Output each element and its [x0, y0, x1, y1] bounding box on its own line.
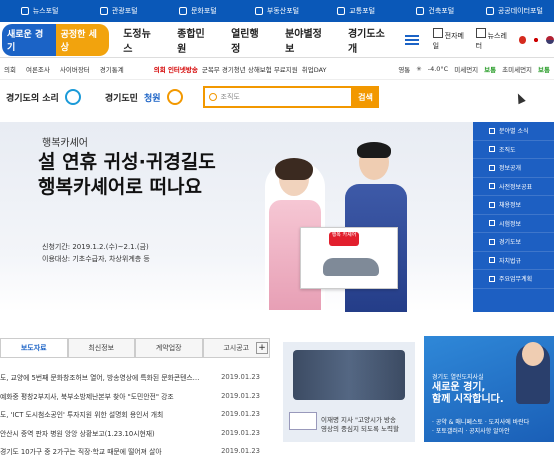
photo-news[interactable]: 이재명 지사 "고양시가 방송 영상의 중심지 되도록 노력할	[283, 342, 415, 442]
cyber-market-link[interactable]: 사이버장터	[60, 64, 90, 74]
newsletter-link[interactable]: 뉴스레터	[475, 28, 513, 51]
law-icon	[489, 257, 495, 264]
plan-icon	[489, 275, 495, 282]
side-item-gazette[interactable]: 경기도보	[473, 233, 554, 252]
book-icon	[489, 238, 495, 245]
snow-icon: ✳	[416, 64, 422, 73]
portal-link-news[interactable]: 뉴스포털	[0, 6, 79, 16]
side-item-ordinances[interactable]: 자치법규	[473, 252, 554, 270]
banner-target: 이용대상: 기초수급자, 차상위계층 등	[42, 255, 150, 263]
doc-icon	[489, 183, 495, 190]
weather-widget: 영통 ✳ -4.0°C 미세먼지 보통 초미세먼지 보통	[398, 64, 550, 74]
email-link[interactable]: 전자메일	[432, 28, 470, 51]
main-banner[interactable]: 행복카셰어 설 연휴 귀성·귀경길도 행복카셰어로 떠나요 신청기간: 2019…	[0, 122, 473, 312]
side-item-pre-disclosure[interactable]: 사전정보공표	[473, 178, 554, 196]
governor-promo[interactable]: 경기도 열린도지사실 새로운 경기, 함께 시작합니다. · 공약 & 매니페스…	[424, 336, 554, 442]
tab-latest[interactable]: 최신정보	[67, 338, 135, 357]
flag-china-icon[interactable]	[518, 35, 527, 44]
photo-news-image	[293, 350, 405, 400]
council-link[interactable]: 의회	[4, 64, 16, 74]
gnb-item-sector[interactable]: 분야별정보	[285, 25, 330, 55]
portal-topbar: 뉴스포털 관광포털 문화포털 부동산포털 교통포털 건축포털 공공데이터포털	[0, 0, 554, 22]
exam-icon	[489, 220, 495, 227]
headset-icon	[64, 89, 81, 105]
banner-date: 신청기간: 2019.1.2.(수)~2.1.(금)	[42, 243, 149, 251]
utility-bar: 의회 여론조사 사이버장터 경기통계 의회 인터넷방송 군복무 경기청년 상해보…	[0, 58, 554, 80]
org-icon	[489, 146, 495, 153]
flag-japan-icon[interactable]	[532, 35, 541, 44]
tab-contracts[interactable]: 계약업장	[135, 338, 203, 357]
hamburger-menu-icon[interactable]	[404, 34, 419, 45]
news-tabs: 보도자료 최신정보 계약업장 고시공고	[0, 338, 270, 358]
search-button[interactable]: 검색	[352, 86, 379, 108]
header-utils: 전자메일 뉴스레터	[432, 28, 554, 51]
petition-icon	[166, 89, 183, 105]
statistics-link[interactable]: 경기통계	[100, 64, 124, 74]
car-icon	[337, 7, 346, 15]
flag-usa-icon[interactable]	[546, 35, 554, 44]
house-icon	[416, 7, 425, 15]
broadcast-logo-image	[289, 412, 317, 430]
main-header: 새로운 경기 공정한 세상 도정뉴스 종합민원 열린행정 분야별정보 경기도소개…	[0, 22, 554, 58]
mail-icon	[432, 28, 443, 38]
notice-ticker[interactable]: 의회 인터넷방송 군복무 경기청년 상해보험 무료지원 취업DAY	[154, 64, 327, 74]
voice-link[interactable]: 경기도의 소리	[6, 89, 81, 105]
gnb-item-admin[interactable]: 열린행정	[231, 25, 267, 55]
gnb-item-civil[interactable]: 종합민원	[177, 25, 213, 55]
side-item-plans[interactable]: 주요업무계획	[473, 270, 554, 289]
person-icon	[489, 201, 495, 208]
list-item[interactable]: 도, 'ICT 도시첨소공인' 투자지원 위한 설명회 용인서 개최 2019.0…	[0, 405, 270, 424]
side-item-exams[interactable]: 시험정보	[473, 215, 554, 233]
portal-link-culture[interactable]: 문화포털	[158, 6, 237, 16]
portal-link-realestate[interactable]: 부동산포털	[237, 6, 316, 16]
building-icon	[254, 7, 263, 15]
site-logo[interactable]: 새로운 경기 공정한 세상	[2, 23, 110, 56]
quick-side-menu: 분야별 소식 조직도 정보공개 사전정보공표 채용정보 시험정보 경기도보 자치…	[473, 122, 554, 312]
governor-photo-image	[516, 342, 550, 404]
side-item-sector-news[interactable]: 분야별 소식	[473, 122, 554, 141]
doc-icon	[489, 164, 495, 171]
list-item[interactable]: 도, 교양에 5번째 문화창조허브 열어, 방송영상에 특화된 문화콘텐스… 20…	[0, 368, 270, 387]
search-row: 경기도의 소리 경기도민 청원 조직도 검색	[0, 80, 554, 114]
news-icon	[20, 7, 29, 15]
newsletter-icon	[475, 28, 486, 38]
list-item[interactable]: 경기도 10가구 중 2가구는 직장·학교 때문에 떨어져 살아 2019.01.…	[0, 442, 270, 461]
side-item-org-chart[interactable]: 조직도	[473, 141, 554, 159]
portal-link-traffic[interactable]: 교통포털	[317, 6, 396, 16]
car-icon	[323, 258, 379, 276]
tab-press[interactable]: 보도자료	[0, 338, 68, 357]
portal-link-architecture[interactable]: 건축포털	[396, 6, 475, 16]
portal-link-publicdata[interactable]: 공공데이터포털	[475, 6, 554, 16]
poll-link[interactable]: 여론조사	[26, 64, 50, 74]
side-item-jobs[interactable]: 채용정보	[473, 196, 554, 215]
carshare-sign-image: 행복 카셰어	[300, 227, 398, 289]
global-nav: 도정뉴스 종합민원 열린행정 분야별정보 경기도소개	[123, 25, 393, 55]
gnb-item-about[interactable]: 경기도소개	[348, 25, 393, 55]
data-icon	[485, 7, 494, 15]
map-pin-icon	[99, 7, 108, 15]
more-plus-icon[interactable]: +	[256, 342, 268, 354]
list-item[interactable]: 예화중 평창2부지사, 북부소방제난본부 찾아 "도민안전" 강조 2019.01…	[0, 387, 270, 406]
news-list: 도, 교양에 5번째 문화창조허브 열어, 방송영상에 특화된 문화콘텐스… 20…	[0, 368, 270, 461]
portal-link-tour[interactable]: 관광포털	[79, 6, 158, 16]
search-icon	[208, 93, 217, 101]
photo-caption: 이재명 지사 "고양시가 방송 영상의 중심지 되도록 노력할	[321, 416, 399, 433]
search-input[interactable]: 조직도	[202, 86, 353, 108]
list-item[interactable]: 안산시 중역 판자 병원 앙앙 상황보고(1.23.10시현재) 2019.01.…	[0, 424, 270, 443]
gnb-item-news[interactable]: 도정뉴스	[123, 25, 159, 55]
petition-link[interactable]: 경기도민 청원	[105, 89, 183, 105]
side-item-info-disclosure[interactable]: 정보공개	[473, 159, 554, 178]
banner-subtitle: 행복카셰어	[42, 138, 88, 149]
culture-icon	[178, 7, 187, 15]
list-icon	[489, 127, 495, 134]
banner-title: 설 연휴 귀성·귀경길도 행복카셰어로 떠나요	[38, 151, 216, 198]
